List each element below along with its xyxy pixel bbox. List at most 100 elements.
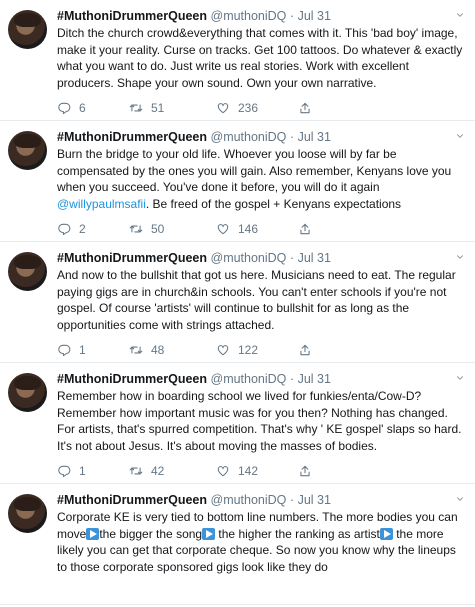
tweet-text: Ditch the church crowd&everything that c… bbox=[57, 25, 465, 91]
share-button[interactable] bbox=[298, 464, 320, 478]
like-button[interactable]: 146 bbox=[216, 222, 298, 236]
reply-count: 1 bbox=[79, 464, 86, 478]
retweet-icon bbox=[129, 343, 143, 357]
like-icon bbox=[216, 464, 230, 478]
tweet-actions: 6 51 236 bbox=[57, 100, 465, 116]
reply-count: 1 bbox=[79, 343, 86, 357]
caret-down-icon[interactable] bbox=[455, 10, 465, 20]
play-button-emoji bbox=[379, 527, 393, 540]
retweet-button[interactable]: 50 bbox=[129, 222, 216, 236]
share-icon bbox=[298, 343, 312, 357]
tweet-text: Corporate KE is very tied to bottom line… bbox=[57, 509, 465, 575]
like-count: 142 bbox=[238, 464, 259, 478]
tweet-text: And now to the bullshit that got us here… bbox=[57, 267, 465, 333]
share-icon bbox=[298, 222, 312, 236]
user-handle[interactable]: @muthoniDQ bbox=[211, 251, 287, 265]
caret-down-icon[interactable] bbox=[455, 373, 465, 383]
tweet-text-segment: And now to the bullshit that got us here… bbox=[57, 268, 456, 332]
reply-button[interactable]: 6 bbox=[57, 101, 129, 115]
tweet-actions: 2 50 146 bbox=[57, 221, 465, 237]
mention-link[interactable]: @willypaulmsafii bbox=[57, 197, 146, 211]
reply-icon bbox=[57, 343, 71, 357]
tweet-header: #MuthoniDrummerQueen @muthoniDQ · Jul 31 bbox=[57, 492, 465, 508]
display-name[interactable]: #MuthoniDrummerQueen bbox=[57, 493, 207, 507]
reply-icon bbox=[57, 101, 71, 115]
tweet-date[interactable]: Jul 31 bbox=[298, 251, 331, 265]
retweet-count: 50 bbox=[151, 222, 165, 236]
tweet-header: #MuthoniDrummerQueen @muthoniDQ · Jul 31 bbox=[57, 129, 465, 145]
retweet-icon bbox=[129, 464, 143, 478]
reply-button[interactable]: 2 bbox=[57, 222, 129, 236]
like-button[interactable]: 122 bbox=[216, 343, 298, 357]
tweet-text: Remember how in boarding school we lived… bbox=[57, 388, 465, 454]
retweet-count: 51 bbox=[151, 101, 165, 115]
user-handle[interactable]: @muthoniDQ bbox=[211, 372, 287, 386]
reply-icon bbox=[57, 222, 71, 236]
like-button[interactable]: 236 bbox=[216, 101, 298, 115]
separator-dot: · bbox=[289, 130, 295, 144]
tweet-date[interactable]: Jul 31 bbox=[298, 372, 331, 386]
like-button[interactable]: 142 bbox=[216, 464, 298, 478]
tweet-date[interactable]: Jul 31 bbox=[298, 493, 331, 507]
caret-down-icon[interactable] bbox=[455, 252, 465, 262]
retweet-icon bbox=[129, 222, 143, 236]
tweet-date[interactable]: Jul 31 bbox=[298, 130, 331, 144]
tweet-header: #MuthoniDrummerQueen @muthoniDQ · Jul 31 bbox=[57, 371, 465, 387]
like-icon bbox=[216, 222, 230, 236]
reply-icon bbox=[57, 464, 71, 478]
share-button[interactable] bbox=[298, 343, 320, 357]
tweet[interactable]: #MuthoniDrummerQueen @muthoniDQ · Jul 31… bbox=[0, 363, 475, 484]
retweet-icon bbox=[129, 101, 143, 115]
avatar[interactable] bbox=[8, 252, 47, 291]
display-name[interactable]: #MuthoniDrummerQueen bbox=[57, 130, 207, 144]
retweet-count: 42 bbox=[151, 464, 165, 478]
like-icon bbox=[216, 101, 230, 115]
separator-dot: · bbox=[289, 9, 295, 23]
avatar[interactable] bbox=[8, 10, 47, 49]
reply-button[interactable]: 1 bbox=[57, 464, 129, 478]
play-button-emoji bbox=[86, 527, 100, 540]
tweet[interactable]: #MuthoniDrummerQueen @muthoniDQ · Jul 31… bbox=[0, 242, 475, 363]
separator-dot: · bbox=[289, 493, 295, 507]
avatar[interactable] bbox=[8, 131, 47, 170]
tweet-text-segment: . Be freed of the gospel + Kenyans expec… bbox=[145, 196, 402, 211]
tweet-actions: 1 42 142 bbox=[57, 463, 465, 479]
like-count: 122 bbox=[238, 343, 259, 357]
retweet-button[interactable]: 48 bbox=[129, 343, 216, 357]
share-icon bbox=[298, 464, 312, 478]
retweet-button[interactable]: 42 bbox=[129, 464, 216, 478]
share-button[interactable] bbox=[298, 222, 320, 236]
tweet[interactable]: #MuthoniDrummerQueen @muthoniDQ · Jul 31… bbox=[0, 121, 475, 242]
caret-down-icon[interactable] bbox=[455, 131, 465, 141]
caret-down-icon[interactable] bbox=[455, 494, 465, 504]
tweet-header: #MuthoniDrummerQueen @muthoniDQ · Jul 31 bbox=[57, 8, 465, 24]
tweet-text-segment: Ditch the church crowd&everything that c… bbox=[57, 26, 463, 90]
tweet-actions: 1 48 122 bbox=[57, 342, 465, 358]
retweet-button[interactable]: 51 bbox=[129, 101, 216, 115]
tweet-text-segment: Burn the bridge to your old life. Whoeve… bbox=[57, 147, 452, 194]
play-button-emoji bbox=[202, 527, 216, 540]
tweet-text: Burn the bridge to your old life. Whoeve… bbox=[57, 146, 465, 212]
like-icon bbox=[216, 343, 230, 357]
reply-count: 6 bbox=[79, 101, 86, 115]
share-icon bbox=[298, 101, 312, 115]
share-button[interactable] bbox=[298, 101, 320, 115]
avatar[interactable] bbox=[8, 494, 47, 533]
like-count: 236 bbox=[238, 101, 259, 115]
like-count: 146 bbox=[238, 222, 259, 236]
user-handle[interactable]: @muthoniDQ bbox=[211, 9, 287, 23]
avatar[interactable] bbox=[8, 373, 47, 412]
retweet-count: 48 bbox=[151, 343, 165, 357]
display-name[interactable]: #MuthoniDrummerQueen bbox=[57, 9, 207, 23]
display-name[interactable]: #MuthoniDrummerQueen bbox=[57, 251, 207, 265]
tweet-date[interactable]: Jul 31 bbox=[298, 9, 331, 23]
user-handle[interactable]: @muthoniDQ bbox=[211, 130, 287, 144]
reply-count: 2 bbox=[79, 222, 86, 236]
display-name[interactable]: #MuthoniDrummerQueen bbox=[57, 372, 207, 386]
reply-button[interactable]: 1 bbox=[57, 343, 129, 357]
tweet[interactable]: #MuthoniDrummerQueen @muthoniDQ · Jul 31… bbox=[0, 484, 475, 605]
user-handle[interactable]: @muthoniDQ bbox=[211, 493, 287, 507]
tweet-text-segment: the bigger the song bbox=[99, 526, 203, 541]
tweet[interactable]: #MuthoniDrummerQueen @muthoniDQ · Jul 31… bbox=[0, 0, 475, 121]
tweet-text-segment: Remember how in boarding school we lived… bbox=[57, 389, 462, 453]
